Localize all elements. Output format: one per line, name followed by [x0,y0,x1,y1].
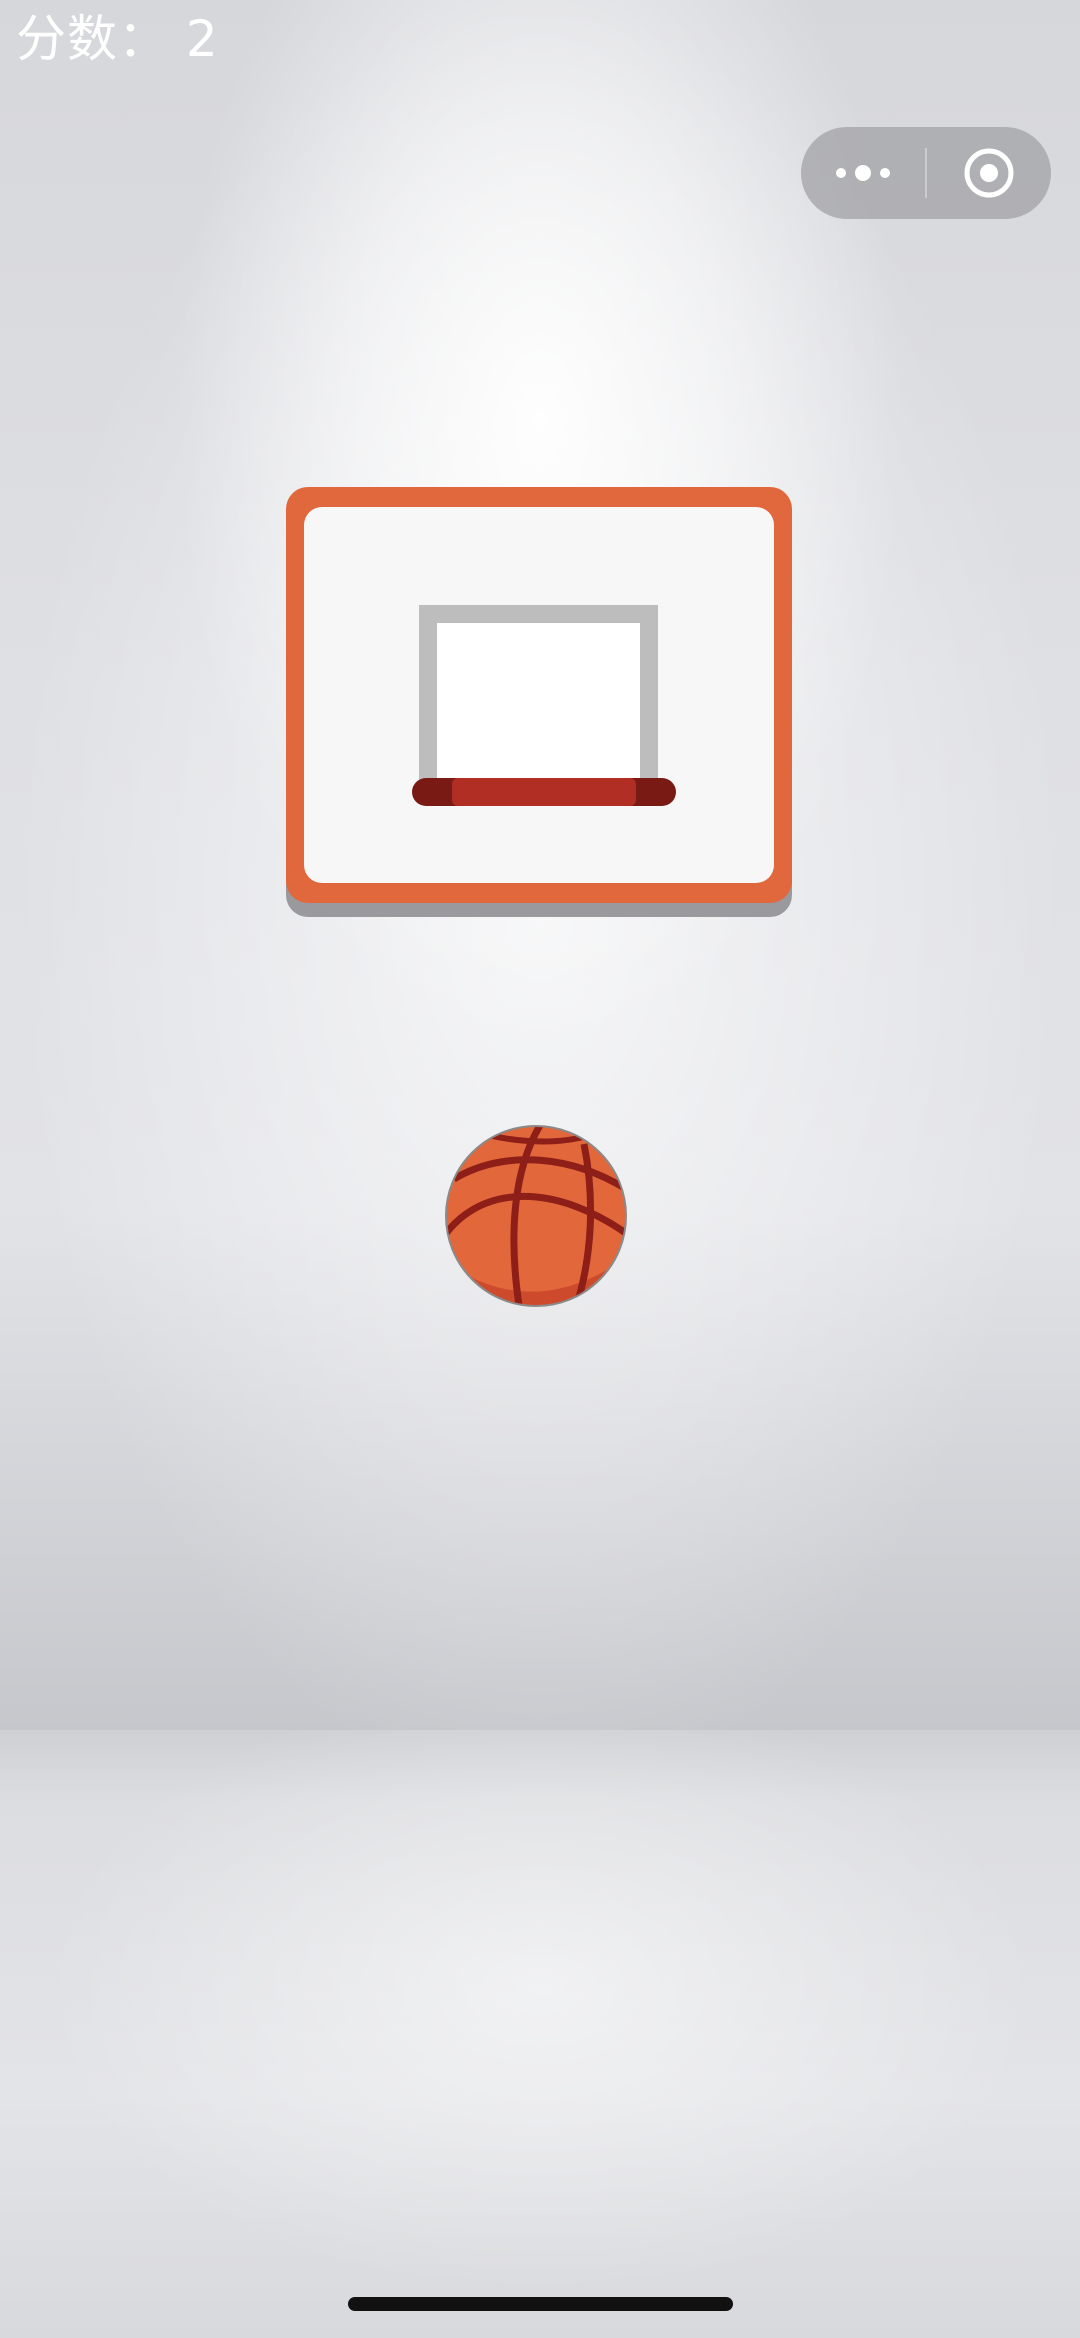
backboard [286,487,792,917]
score-value: 2 [185,10,219,68]
basketball-icon[interactable] [444,1124,628,1308]
score-display: 分数： 2 [16,6,219,72]
target-circle-icon [964,148,1014,198]
score-label: 分数： [16,10,169,68]
hoop-rim [412,778,676,806]
close-mini-program-button[interactable] [927,127,1051,219]
more-dots-icon [836,165,890,181]
court-floor [0,1730,1080,2338]
hoop-target-box [419,605,658,792]
home-indicator[interactable] [348,2297,733,2311]
more-menu-button[interactable] [801,127,925,219]
game-scene[interactable]: 分数： 2 [0,0,1080,2338]
mini-program-capsule [801,127,1051,219]
